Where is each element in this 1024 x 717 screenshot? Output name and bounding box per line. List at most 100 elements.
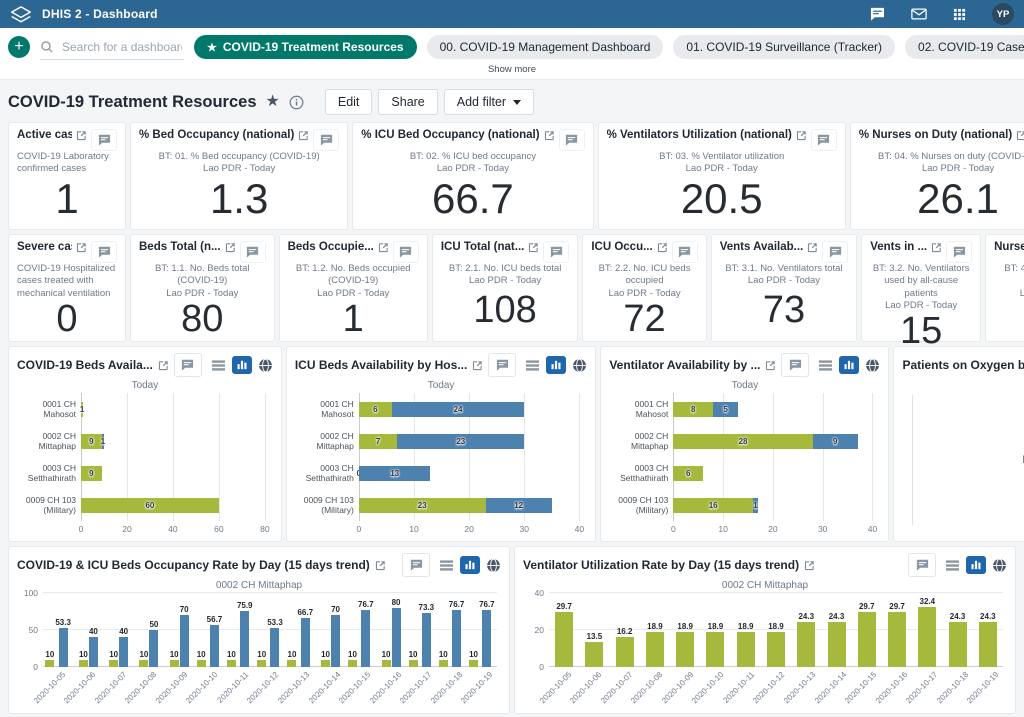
- interpretations-icon[interactable]: [870, 7, 885, 21]
- bar-rect: [616, 637, 634, 667]
- kpi-value: 72: [591, 300, 697, 340]
- interpretations-icon[interactable]: [91, 129, 117, 151]
- interpretations-icon[interactable]: [174, 353, 202, 377]
- open-in-new-icon[interactable]: [796, 130, 807, 141]
- dashboard-chip-selected[interactable]: ★ COVID-19 Treatment Resources: [194, 35, 417, 59]
- view-as-table-icon[interactable]: [525, 359, 540, 372]
- chart-card: Ventilator Availability by ... Today 000…: [600, 346, 889, 542]
- chart-card: COVID-19 Beds Availa... Today 0001 CH Ma…: [8, 346, 282, 542]
- interpretations-icon[interactable]: [393, 241, 419, 263]
- share-button[interactable]: Share: [378, 89, 437, 115]
- open-in-new-icon[interactable]: [931, 242, 942, 253]
- bar-rect: [949, 622, 967, 667]
- view-as-chart-icon[interactable]: [460, 556, 480, 574]
- bar: 40: [119, 593, 128, 667]
- messages-icon[interactable]: [911, 8, 927, 20]
- view-as-map-icon[interactable]: [258, 358, 273, 373]
- view-as-chart-icon[interactable]: [546, 356, 566, 374]
- view-as-chart-icon[interactable]: [966, 556, 986, 574]
- open-in-new-icon[interactable]: [76, 130, 87, 141]
- dashboard-chip[interactable]: 01. COVID-19 Surveillance (Tracker): [673, 35, 895, 59]
- bar: 56.7: [207, 593, 223, 667]
- view-as-table-icon[interactable]: [439, 559, 454, 572]
- show-more-link[interactable]: Show more: [8, 61, 1016, 79]
- view-as-map-icon[interactable]: [992, 558, 1007, 573]
- kpi-title: Nurses Avail...: [994, 241, 1024, 253]
- category-label: 0001 CH Mahosot: [295, 393, 354, 425]
- view-as-table-icon[interactable]: [945, 559, 960, 572]
- open-in-new-icon[interactable]: [528, 242, 539, 253]
- open-in-new-icon[interactable]: [158, 360, 169, 371]
- bar: 10: [79, 593, 88, 667]
- x-axis-label: 2020-10-06: [568, 670, 603, 705]
- interpretations-icon[interactable]: [559, 129, 585, 151]
- open-in-new-icon[interactable]: [472, 360, 483, 371]
- kpi-subtitle: COVID-19 Laboratory confirmed cases: [17, 151, 117, 176]
- interpretations-icon[interactable]: [488, 353, 516, 377]
- open-in-new-icon[interactable]: [375, 560, 386, 571]
- new-dashboard-button[interactable]: +: [8, 36, 30, 58]
- interpretations-icon[interactable]: [91, 241, 117, 263]
- view-as-map-icon[interactable]: [486, 558, 501, 573]
- interpretations-icon[interactable]: [240, 241, 266, 263]
- kpi-card: % Bed Occupancy (national) BT: 01. % Bed…: [130, 122, 348, 230]
- view-as-table-icon[interactable]: [211, 359, 226, 372]
- dashboard-chip[interactable]: 00. COVID-19 Management Dashboard: [427, 35, 664, 59]
- bar-value-label: 80: [392, 598, 401, 607]
- open-in-new-icon[interactable]: [765, 360, 776, 371]
- interpretations-icon[interactable]: [781, 353, 809, 377]
- kpi-period: Lao PDR - Today: [994, 288, 1024, 300]
- kpi-card: Beds Occupie... BT: 1.2. No. Beds occupi…: [279, 234, 428, 342]
- star-icon[interactable]: ★: [266, 94, 280, 110]
- bar-rect: [737, 632, 755, 667]
- open-in-new-icon[interactable]: [378, 242, 389, 253]
- open-in-new-icon[interactable]: [807, 242, 818, 253]
- interpretations-icon[interactable]: [946, 241, 972, 263]
- open-in-new-icon[interactable]: [544, 130, 555, 141]
- interpretations-icon[interactable]: [811, 129, 837, 151]
- user-avatar[interactable]: YP: [992, 3, 1014, 25]
- bar: 10: [382, 593, 391, 667]
- dashboard-chip[interactable]: 02. COVID-19 Case Mapping (Tracker): [905, 35, 1024, 59]
- edit-button[interactable]: Edit: [325, 89, 373, 115]
- bar-value-label: 29.7: [889, 602, 905, 611]
- info-icon[interactable]: [289, 95, 304, 110]
- bar-segment: 60: [81, 498, 219, 513]
- chart-row-2: COVID-19 & ICU Beds Occupancy Rate by Da…: [8, 546, 1016, 714]
- kpi-title: % Nurses on Duty (national): [859, 129, 1012, 141]
- open-in-new-icon[interactable]: [298, 130, 309, 141]
- bar-rect: [469, 660, 478, 667]
- view-as-map-icon[interactable]: [572, 358, 587, 373]
- kpi-title: Beds Occupie...: [288, 241, 374, 253]
- bar-segment: 1: [753, 498, 758, 513]
- bar-value-label: 10: [348, 650, 357, 659]
- interpretations-icon[interactable]: [672, 241, 698, 263]
- open-in-new-icon[interactable]: [76, 242, 87, 253]
- bar-value-label: 6: [686, 469, 690, 478]
- view-as-table-icon[interactable]: [818, 359, 833, 372]
- bar: 29.7: [858, 593, 876, 667]
- axis-tick-label: 0: [671, 524, 676, 534]
- view-as-chart-icon[interactable]: [839, 356, 859, 374]
- open-in-new-icon[interactable]: [804, 560, 815, 571]
- dashboard-search-input[interactable]: [60, 39, 184, 55]
- dashboard-search[interactable]: [40, 35, 184, 60]
- interpretations-icon[interactable]: [313, 129, 339, 151]
- interpretations-icon[interactable]: [822, 241, 848, 263]
- kpi-card: % Nurses on Duty (national) BT: 04. % Nu…: [850, 122, 1024, 230]
- bar-segment: 9: [81, 466, 102, 481]
- dhis2-logo-icon[interactable]: [10, 5, 32, 24]
- open-in-new-icon[interactable]: [225, 242, 236, 253]
- open-in-new-icon[interactable]: [657, 242, 668, 253]
- open-in-new-icon[interactable]: [1016, 130, 1024, 141]
- bar-rect: [676, 632, 694, 667]
- interpretations-icon[interactable]: [543, 241, 569, 263]
- bar-segment: 6: [359, 402, 392, 417]
- apps-menu-icon[interactable]: [953, 8, 966, 21]
- view-as-map-icon[interactable]: [865, 358, 880, 373]
- interpretations-icon[interactable]: [908, 553, 936, 577]
- add-filter-button[interactable]: Add filter: [444, 89, 534, 115]
- bar-segment: 9: [81, 434, 102, 449]
- view-as-chart-icon[interactable]: [232, 356, 252, 374]
- interpretations-icon[interactable]: [402, 553, 430, 577]
